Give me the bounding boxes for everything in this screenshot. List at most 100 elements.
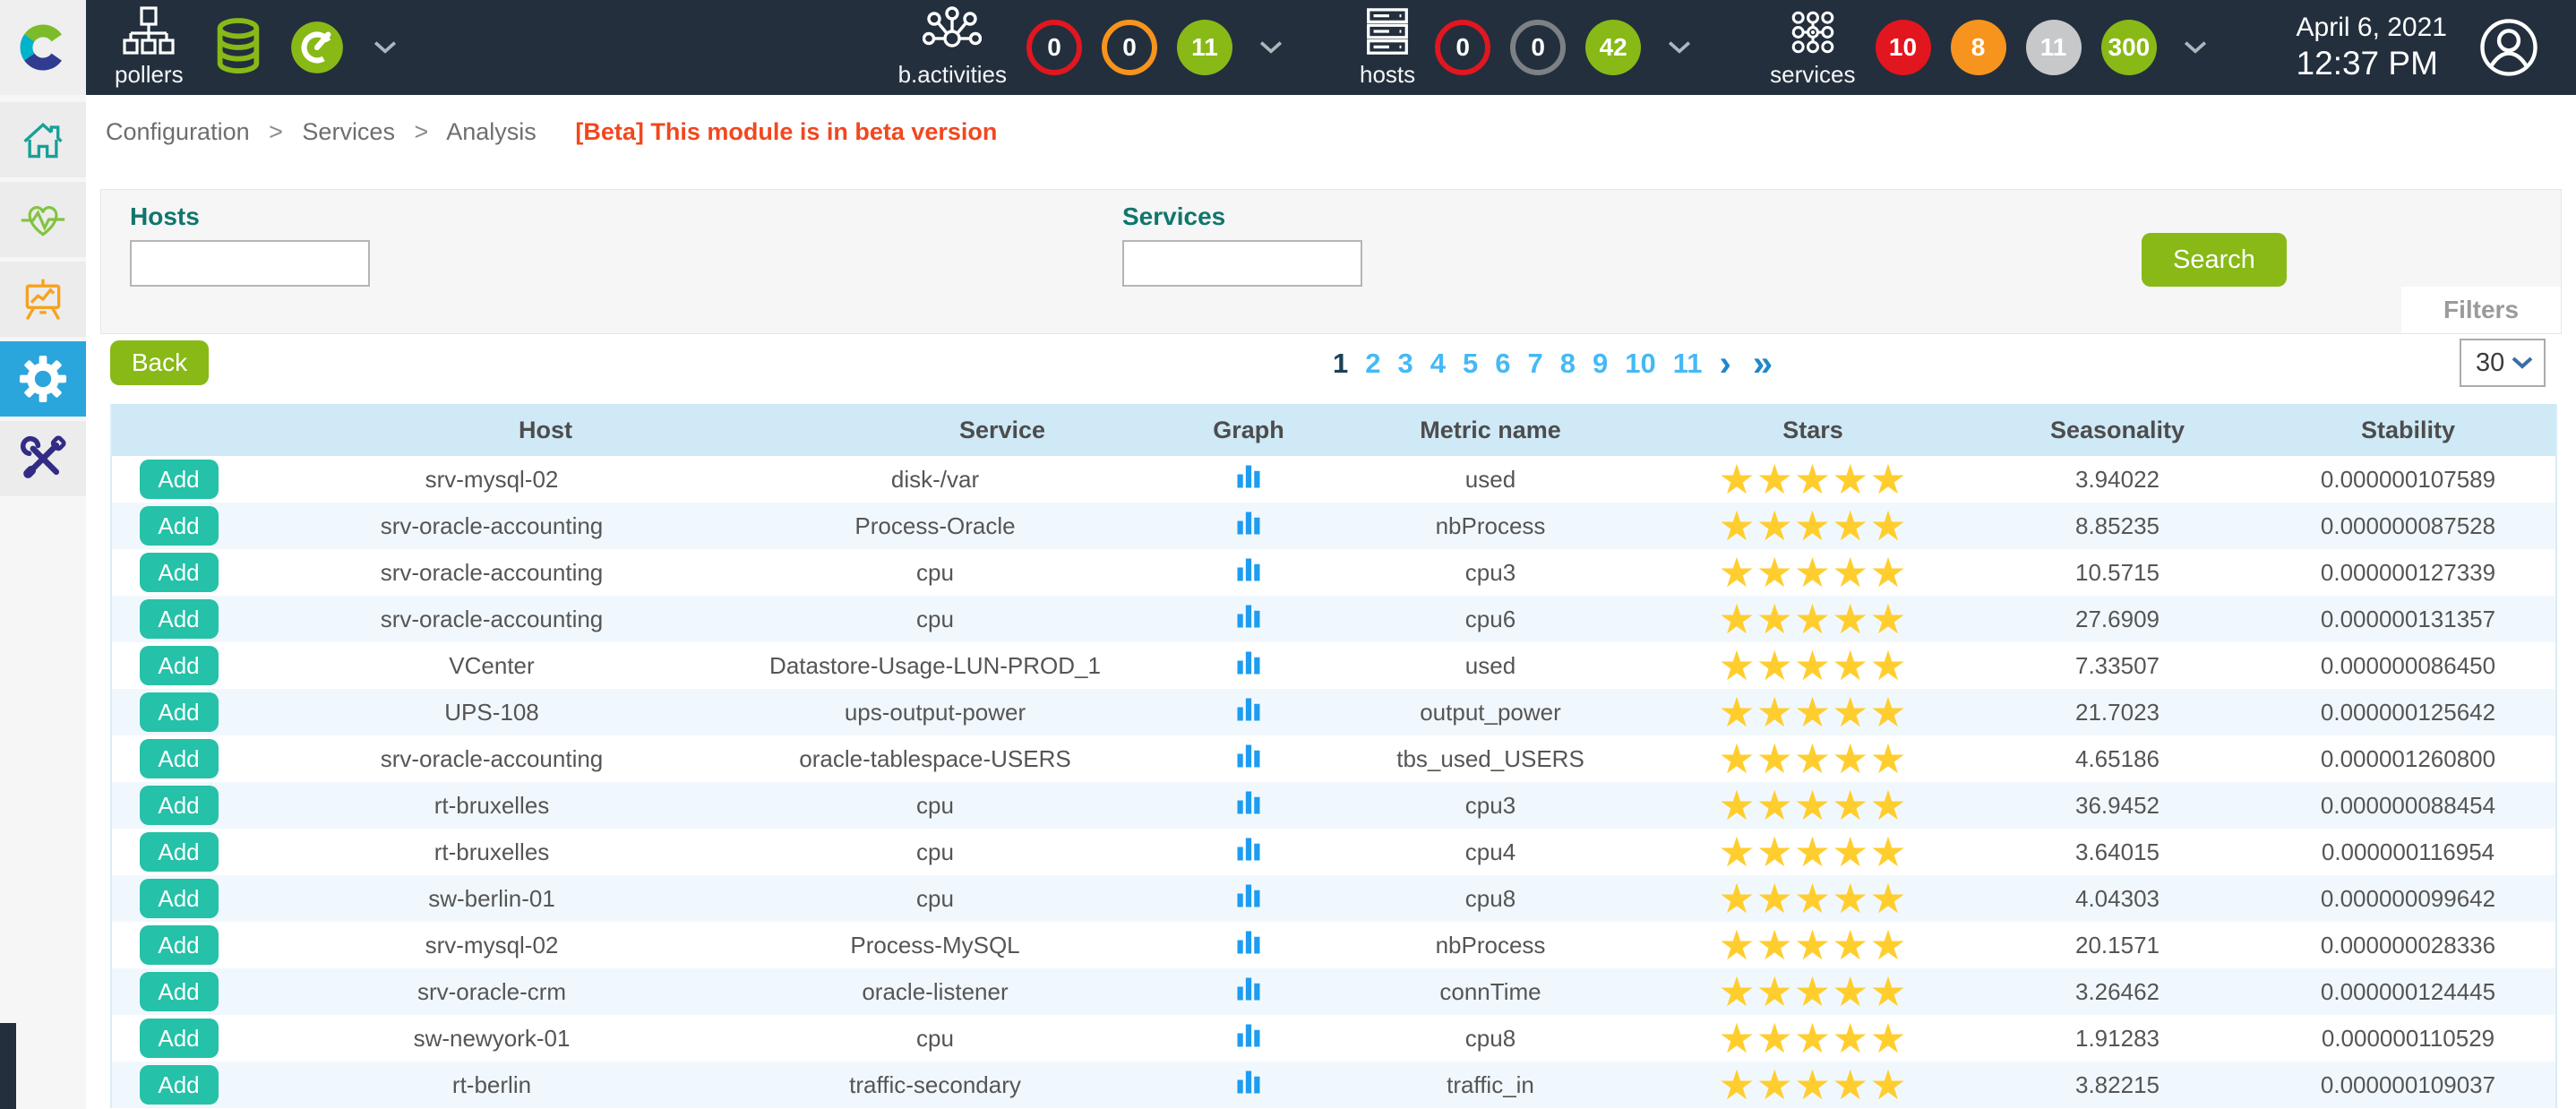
graph-icon[interactable] xyxy=(1235,510,1262,537)
graph-icon[interactable] xyxy=(1235,1069,1262,1096)
table-header-row: Host Service Graph Metric name Stars Sea… xyxy=(111,404,2556,456)
poller-database-status[interactable] xyxy=(210,12,266,83)
stars-rating: ★★★★★ xyxy=(1652,968,1974,1015)
add-button[interactable]: Add xyxy=(140,506,219,546)
col-host: Host xyxy=(236,404,666,456)
page-number[interactable]: 4 xyxy=(1430,348,1446,380)
poller-latency-status[interactable] xyxy=(288,18,347,77)
services-filter-input[interactable] xyxy=(1122,240,1362,287)
host-cell: srv-mysql-02 xyxy=(236,922,666,968)
hosts-menu[interactable]: hosts xyxy=(1360,6,1415,89)
add-button[interactable]: Add xyxy=(140,553,219,592)
table-row: Add sw-newyork-01 cpu xyxy=(111,1015,2556,1062)
status-badge[interactable]: 0 xyxy=(1026,20,1082,75)
host-cell: srv-oracle-accounting xyxy=(236,503,666,549)
status-badge[interactable]: 10 xyxy=(1876,20,1931,75)
add-button[interactable]: Add xyxy=(140,460,219,499)
hosts-chevron-down-icon[interactable] xyxy=(1668,40,1691,55)
add-button[interactable]: Add xyxy=(140,692,219,732)
add-button[interactable]: Add xyxy=(140,972,219,1011)
business-activities-menu[interactable]: b.activities xyxy=(898,6,1007,89)
page-number[interactable]: 3 xyxy=(1398,348,1413,380)
service-cell: cpu xyxy=(666,1015,1168,1062)
page-number[interactable]: 10 xyxy=(1625,348,1655,380)
user-menu[interactable] xyxy=(2477,16,2540,79)
breadcrumb-analysis[interactable]: Analysis xyxy=(446,118,537,145)
graph-icon[interactable] xyxy=(1235,1022,1262,1049)
graph-icon[interactable] xyxy=(1235,789,1262,816)
stability-cell: 0.000000099642 xyxy=(2261,875,2556,922)
sidebar-item-reporting[interactable] xyxy=(0,262,86,337)
graph-icon[interactable] xyxy=(1235,743,1262,769)
graph-icon[interactable] xyxy=(1235,836,1262,863)
stars-rating: ★★★★★ xyxy=(1652,1062,1974,1108)
services-menu[interactable]: services xyxy=(1770,6,1855,89)
host-cell: UPS-108 xyxy=(236,689,666,735)
pollers-menu[interactable]: pollers xyxy=(115,6,184,89)
table-row: Add srv-mysql-02 disk-/var xyxy=(111,456,2556,503)
host-cell: srv-mysql-02 xyxy=(236,456,666,503)
hosts-filter-input[interactable] xyxy=(130,240,370,287)
graph-icon[interactable] xyxy=(1235,929,1262,956)
services-chevron-down-icon[interactable] xyxy=(2184,40,2207,55)
page-number[interactable]: 1 xyxy=(1333,348,1348,380)
centreon-logo[interactable] xyxy=(0,0,86,95)
sidebar-item-configuration[interactable] xyxy=(0,341,86,417)
status-badge[interactable]: 0 xyxy=(1102,20,1157,75)
service-cell: Process-MySQL xyxy=(666,922,1168,968)
add-button[interactable]: Add xyxy=(140,1065,219,1105)
graph-icon[interactable] xyxy=(1235,882,1262,909)
sidebar-item-home[interactable] xyxy=(0,102,86,177)
filters-panel-tab[interactable]: Filters xyxy=(2401,287,2561,333)
add-button[interactable]: Add xyxy=(140,879,219,918)
graph-icon[interactable] xyxy=(1235,649,1262,676)
add-button[interactable]: Add xyxy=(140,1019,219,1058)
host-cell: srv-oracle-accounting xyxy=(236,735,666,782)
graph-icon[interactable] xyxy=(1235,603,1262,630)
breadcrumb-configuration[interactable]: Configuration xyxy=(106,118,250,145)
stability-cell: 0.000000127339 xyxy=(2261,549,2556,596)
page-number[interactable]: 9 xyxy=(1593,348,1608,380)
add-button[interactable]: Add xyxy=(140,739,219,778)
page-number[interactable]: 6 xyxy=(1495,348,1510,380)
page-number[interactable]: 11 xyxy=(1673,348,1703,380)
page-size-select[interactable]: 30 xyxy=(2460,339,2546,387)
next-page-arrow[interactable]: › xyxy=(1720,350,1731,377)
stars-rating: ★★★★★ xyxy=(1652,642,1974,689)
graph-icon[interactable] xyxy=(1235,696,1262,723)
add-button[interactable]: Add xyxy=(140,646,219,685)
last-page-arrow[interactable]: » xyxy=(1753,350,1773,377)
stars-rating: ★★★★★ xyxy=(1652,782,1974,829)
add-button[interactable]: Add xyxy=(140,599,219,639)
status-badge[interactable]: 300 xyxy=(2101,20,2158,75)
breadcrumb-services[interactable]: Services xyxy=(302,118,395,145)
sidebar-item-monitoring[interactable] xyxy=(0,182,86,257)
host-cell: srv-oracle-crm xyxy=(236,968,666,1015)
graph-icon[interactable] xyxy=(1235,976,1262,1002)
pollers-label: pollers xyxy=(115,61,184,89)
status-badge[interactable]: 8 xyxy=(1951,20,2006,75)
table-row: Add srv-mysql-02 Process-MySQL xyxy=(111,922,2556,968)
add-button[interactable]: Add xyxy=(140,786,219,825)
add-button[interactable]: Add xyxy=(140,925,219,965)
page-number[interactable]: 7 xyxy=(1528,348,1543,380)
status-badge[interactable]: 42 xyxy=(1585,20,1641,75)
sidebar-item-administration[interactable] xyxy=(0,421,86,496)
status-badge[interactable]: 0 xyxy=(1435,20,1490,75)
page-number[interactable]: 5 xyxy=(1463,348,1478,380)
back-button[interactable]: Back xyxy=(110,340,209,385)
page-number[interactable]: 2 xyxy=(1365,348,1380,380)
service-cell: traffic-secondary xyxy=(666,1062,1168,1108)
search-button[interactable]: Search xyxy=(2142,233,2287,287)
graph-icon[interactable] xyxy=(1235,463,1262,490)
status-badge[interactable]: 11 xyxy=(1177,20,1232,75)
business-activities-chevron-down-icon[interactable] xyxy=(1259,40,1283,55)
pollers-chevron-down-icon[interactable] xyxy=(374,40,397,55)
page-number[interactable]: 8 xyxy=(1560,348,1576,380)
graph-icon[interactable] xyxy=(1235,556,1262,583)
status-badge[interactable]: 0 xyxy=(1510,20,1566,75)
seasonality-cell: 10.5715 xyxy=(1974,549,2261,596)
status-badge[interactable]: 11 xyxy=(2026,20,2082,75)
stars-rating: ★★★★★ xyxy=(1652,875,1974,922)
add-button[interactable]: Add xyxy=(140,832,219,872)
